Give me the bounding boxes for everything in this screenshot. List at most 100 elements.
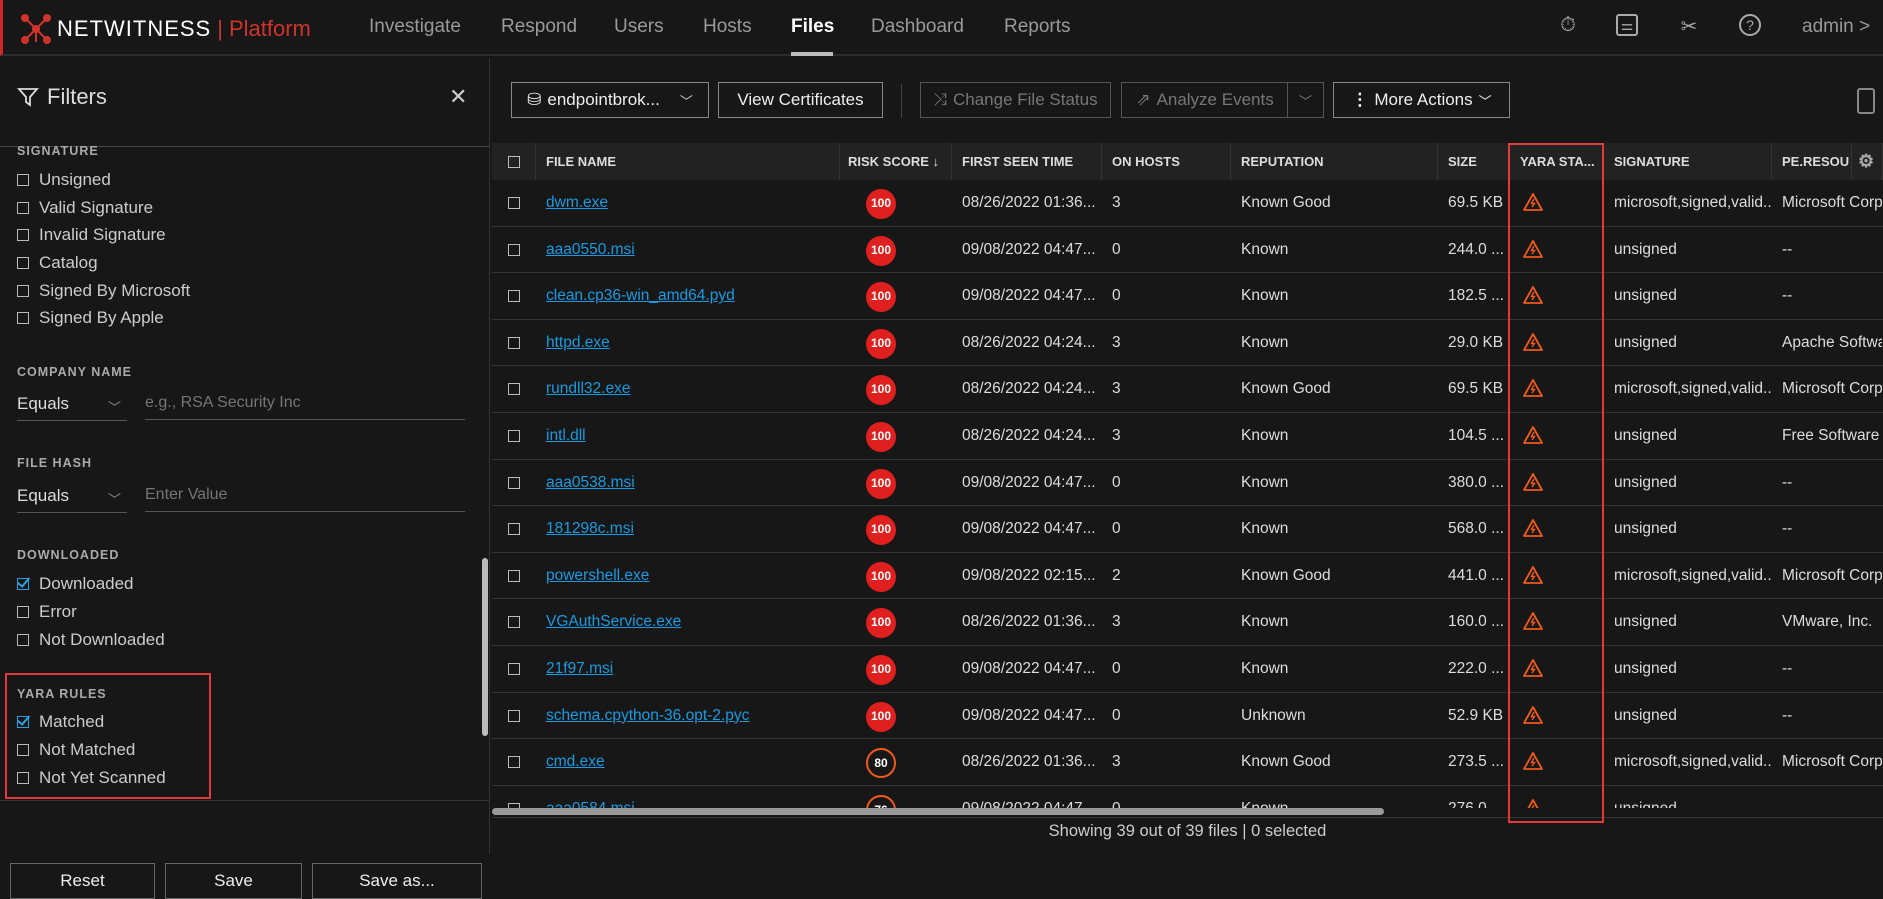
tools-icon[interactable]: ✂	[1676, 14, 1702, 40]
filter-signed-by-apple[interactable]: Signed By Apple	[17, 308, 164, 328]
filter-signed-by-microsoft[interactable]: Signed By Microsoft	[17, 281, 190, 301]
col-on-hosts[interactable]: ON HOSTS	[1102, 143, 1231, 180]
analyze-events-button[interactable]: ⇗ Analyze Events	[1121, 82, 1289, 118]
col-pe-resource[interactable]: PE.RESOU	[1772, 143, 1852, 180]
checkbox-checked[interactable]	[17, 716, 29, 728]
col-file-name[interactable]: FILE NAME	[536, 143, 840, 180]
row-checkbox[interactable]	[508, 430, 520, 442]
filter-yara-not-yet-scanned[interactable]: Not Yet Scanned	[17, 768, 166, 788]
row-checkbox[interactable]	[508, 290, 520, 303]
preferences-icon[interactable]: ⚌	[1616, 14, 1638, 36]
col-reputation[interactable]: REPUTATION	[1231, 143, 1438, 180]
row-checkbox[interactable]	[508, 243, 520, 256]
user-menu[interactable]: admin >	[1802, 16, 1870, 38]
table-row[interactable]: powershell.exe 100 09/08/2022 02:15... 2 Kno…	[492, 553, 1883, 600]
file-name-link[interactable]: 21f97.msi	[546, 660, 613, 677]
file-name-link[interactable]: schema.cpython-36.opt-2.pyc	[546, 707, 749, 724]
file-name-link[interactable]: aaa0550.msi	[546, 241, 635, 258]
column-panel-icon[interactable]	[1857, 88, 1875, 114]
checkbox[interactable]	[17, 634, 29, 646]
checkbox[interactable]	[17, 744, 29, 756]
checkbox[interactable]	[17, 312, 29, 324]
table-row[interactable]: dwm.exe 100 08/26/2022 01:36... 3 Known Good…	[492, 180, 1883, 227]
col-size[interactable]: SIZE	[1438, 143, 1510, 180]
table-row[interactable]: 181298c.msi 100 09/08/2022 04:47... 0 Known 5…	[492, 506, 1883, 553]
company-name-operator-select[interactable]: Equals ﹀	[17, 394, 127, 421]
table-row[interactable]: rundll32.exe 100 08/26/2022 04:24... 3 Known…	[492, 366, 1883, 413]
nav-reports[interactable]: Reports	[1004, 16, 1071, 38]
more-actions-button[interactable]: ⋮ More Actions ﹀	[1333, 82, 1510, 118]
filter-yara-matched[interactable]: Matched	[17, 712, 104, 732]
row-checkbox[interactable]	[508, 709, 520, 722]
change-file-status-button[interactable]: ⤨ Change File Status	[920, 82, 1111, 118]
filter-not-downloaded[interactable]: Not Downloaded	[17, 630, 165, 650]
checkbox[interactable]	[17, 257, 29, 269]
table-row[interactable]: intl.dll 100 08/26/2022 04:24... 3 Known 104.…	[492, 413, 1883, 460]
table-row[interactable]: httpd.exe 100 08/26/2022 04:24... 3 Known 29.…	[492, 320, 1883, 367]
row-checkbox[interactable]	[508, 383, 520, 396]
select-all-checkbox[interactable]	[508, 156, 520, 168]
row-checkbox[interactable]	[508, 476, 520, 489]
filter-invalid-signature[interactable]: Invalid Signature	[17, 225, 166, 245]
nav-hosts[interactable]: Hosts	[703, 16, 752, 38]
filter-yara-not-matched[interactable]: Not Matched	[17, 740, 135, 760]
row-checkbox[interactable]	[508, 569, 520, 582]
company-name-input[interactable]	[145, 394, 465, 420]
col-first-seen[interactable]: FIRST SEEN TIME	[952, 143, 1102, 180]
view-certificates-button[interactable]: View Certificates	[718, 82, 883, 118]
table-row[interactable]: aaa0538.msi 100 09/08/2022 04:47... 0 Known 3…	[492, 460, 1883, 507]
horizontal-scrollbar[interactable]	[492, 808, 1384, 815]
filter-catalog[interactable]: Catalog	[17, 253, 98, 273]
service-select[interactable]: ⛁ endpointbrok... ﹀	[511, 82, 709, 118]
file-name-link[interactable]: VGAuthService.exe	[546, 613, 681, 630]
help-icon[interactable]: ?	[1739, 14, 1761, 36]
row-checkbox[interactable]	[508, 197, 520, 209]
file-name-link[interactable]: rundll32.exe	[546, 380, 630, 397]
file-name-link[interactable]: aaa0538.msi	[546, 474, 635, 491]
file-name-link[interactable]: powershell.exe	[546, 567, 649, 584]
save-as-button[interactable]: Save as...	[312, 863, 482, 899]
filter-downloaded[interactable]: Downloaded	[17, 574, 134, 594]
table-row[interactable]: schema.cpython-36.opt-2.pyc 100 09/08/2022…	[492, 693, 1883, 740]
file-name-link[interactable]: 181298c.msi	[546, 520, 634, 537]
table-row[interactable]: 21f97.msi 100 09/08/2022 04:47... 0 Known 222…	[492, 646, 1883, 693]
filter-error[interactable]: Error	[17, 602, 77, 622]
nav-users[interactable]: Users	[614, 16, 664, 38]
stopwatch-icon[interactable]: ⏱	[1555, 14, 1581, 40]
table-row[interactable]: VGAuthService.exe 100 08/26/2022 01:36... 3…	[492, 599, 1883, 646]
checkbox[interactable]	[17, 772, 29, 784]
file-name-link[interactable]: dwm.exe	[546, 194, 608, 211]
file-hash-input[interactable]	[145, 486, 465, 512]
analyze-events-dropdown[interactable]: ﹀	[1287, 82, 1324, 118]
gear-icon[interactable]: ⚙	[1852, 143, 1883, 180]
file-name-link[interactable]: intl.dll	[546, 427, 586, 444]
file-name-link[interactable]: httpd.exe	[546, 334, 610, 351]
close-icon[interactable]: ✕	[449, 84, 467, 110]
row-checkbox[interactable]	[508, 756, 520, 769]
table-row[interactable]: aaa0550.msi 100 09/08/2022 04:47... 0 Known 2…	[492, 227, 1883, 274]
checkbox-checked[interactable]	[17, 578, 29, 590]
file-name-link[interactable]: clean.cp36-win_amd64.pyd	[546, 287, 735, 304]
col-risk-score[interactable]: RISK SCORE ↓	[840, 143, 952, 180]
col-signature[interactable]: SIGNATURE	[1604, 143, 1772, 180]
file-hash-operator-select[interactable]: Equals ﹀	[17, 486, 127, 513]
checkbox[interactable]	[17, 229, 29, 241]
filter-unsigned[interactable]: Unsigned	[17, 170, 111, 190]
filters-scrollbar[interactable]	[482, 558, 488, 736]
table-row[interactable]: cmd.exe 80 08/26/2022 01:36... 3 Known Good 2…	[492, 739, 1883, 786]
checkbox[interactable]	[17, 174, 29, 186]
nav-dashboard[interactable]: Dashboard	[871, 16, 964, 38]
nav-respond[interactable]: Respond	[501, 16, 577, 38]
row-checkbox[interactable]	[508, 523, 520, 536]
logo[interactable]: NETWITNESS | Platform	[21, 14, 311, 44]
checkbox[interactable]	[17, 606, 29, 618]
filter-valid-signature[interactable]: Valid Signature	[17, 198, 153, 218]
reset-button[interactable]: Reset	[10, 863, 155, 899]
row-checkbox[interactable]	[508, 336, 520, 349]
row-checkbox[interactable]	[508, 616, 520, 629]
nav-files[interactable]: Files	[791, 16, 834, 38]
save-button[interactable]: Save	[165, 863, 302, 899]
file-name-link[interactable]: cmd.exe	[546, 753, 605, 770]
table-row[interactable]: clean.cp36-win_amd64.pyd 100 09/08/2022 04…	[492, 273, 1883, 320]
checkbox[interactable]	[17, 285, 29, 297]
